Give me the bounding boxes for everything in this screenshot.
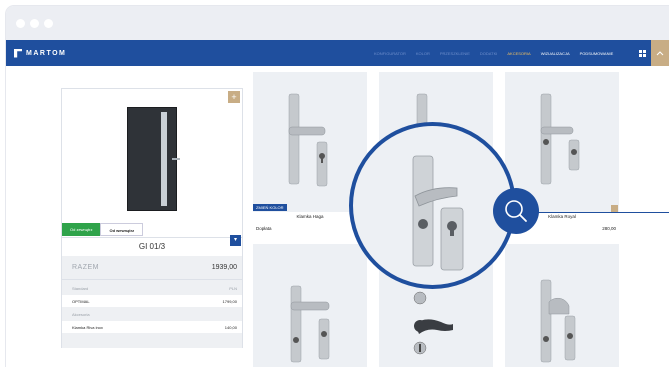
price-line-label: Akcesoria xyxy=(72,312,90,317)
product-card[interactable] xyxy=(253,244,367,367)
door-image xyxy=(127,107,180,211)
price-line: Standard PLN xyxy=(62,282,242,294)
step-kolor[interactable]: kolor xyxy=(416,51,430,56)
price-summary: RAZEM 1939,00 Standard PLN OPTIMAL 1799,… xyxy=(62,256,242,348)
total-label: RAZEM xyxy=(72,264,99,271)
product-price: 280,00 xyxy=(602,226,616,231)
browser-chrome xyxy=(6,6,669,40)
top-navbar: MARTOM konfigurator kolor przeszklenie d… xyxy=(6,40,669,66)
product-card[interactable] xyxy=(505,244,619,367)
tab-outside[interactable]: Od zewnątrz xyxy=(62,223,101,236)
add-button[interactable]: + xyxy=(228,91,240,103)
surcharge-label: Dopłata xyxy=(256,226,272,231)
window-dot xyxy=(16,19,25,28)
handle-image xyxy=(540,279,576,363)
change-color-badge[interactable]: ZMIEŃ KOLOR xyxy=(253,204,287,211)
callout-line xyxy=(537,212,669,213)
step-przeszklenie[interactable]: przeszklenie xyxy=(440,51,470,56)
search-icon xyxy=(505,200,527,222)
handle-image xyxy=(288,93,328,187)
door-configurator-panel: + Od zewnątrz Od wewnątrz GI 01/3 ▾ RAZE… xyxy=(61,88,243,348)
door-preview: + xyxy=(62,89,242,219)
view-tabs: Od zewnątrz Od wewnątrz xyxy=(62,223,144,236)
window-dot xyxy=(30,19,39,28)
model-name: GI 01/3 xyxy=(138,242,166,251)
tab-inside[interactable]: Od wewnątrz xyxy=(100,223,144,236)
grid-icon[interactable] xyxy=(633,40,651,66)
step-podsumowanie[interactable]: podsumowanie xyxy=(580,51,614,56)
price-line-value: 140,00 xyxy=(224,325,237,330)
price-line-label: Klamka Riva inox xyxy=(72,325,103,330)
total-row: RAZEM 1939,00 xyxy=(62,256,242,280)
step-nav: konfigurator kolor przeszklenie dodatki … xyxy=(374,40,613,66)
step-dodatki[interactable]: dodatki xyxy=(480,51,497,56)
add-small-button[interactable] xyxy=(611,205,618,212)
brand-name: MARTOM xyxy=(26,49,67,57)
browser-window: MARTOM konfigurator kolor przeszklenie d… xyxy=(6,6,669,367)
chevron-up-icon[interactable] xyxy=(651,40,669,66)
model-row: GI 01/3 ▾ xyxy=(62,235,242,255)
handle-image xyxy=(540,93,580,185)
door-glass-strip xyxy=(161,112,167,206)
window-dot xyxy=(44,19,53,28)
step-akcesoria[interactable]: akcesoria xyxy=(507,51,530,56)
search-button[interactable] xyxy=(493,188,539,234)
price-line-label: OPTIMAL xyxy=(72,299,90,304)
price-line: Klamka Riva inox 140,00 xyxy=(62,321,242,333)
price-line-value: PLN xyxy=(229,286,237,291)
price-line-label: Standard xyxy=(72,286,89,291)
price-line: Akcesoria xyxy=(62,308,242,320)
brand-logo[interactable]: MARTOM xyxy=(14,48,66,58)
price-line: OPTIMAL 1799,00 xyxy=(62,295,242,307)
handle-image xyxy=(290,285,330,363)
step-wizualizacja[interactable]: wizualizacja xyxy=(541,51,570,56)
handle-zoom-image xyxy=(412,155,464,271)
step-konfigurator[interactable]: konfigurator xyxy=(374,51,406,56)
main-stage: + Od zewnątrz Od wewnątrz GI 01/3 ▾ RAZE… xyxy=(6,66,669,367)
door-handle xyxy=(172,158,180,160)
price-line-value: 1799,00 xyxy=(222,299,237,304)
logo-mark-icon xyxy=(14,48,22,58)
model-toggle-button[interactable]: ▾ xyxy=(230,235,241,246)
total-value: 1939,00 xyxy=(211,264,237,271)
magnifier-lens xyxy=(349,122,516,289)
